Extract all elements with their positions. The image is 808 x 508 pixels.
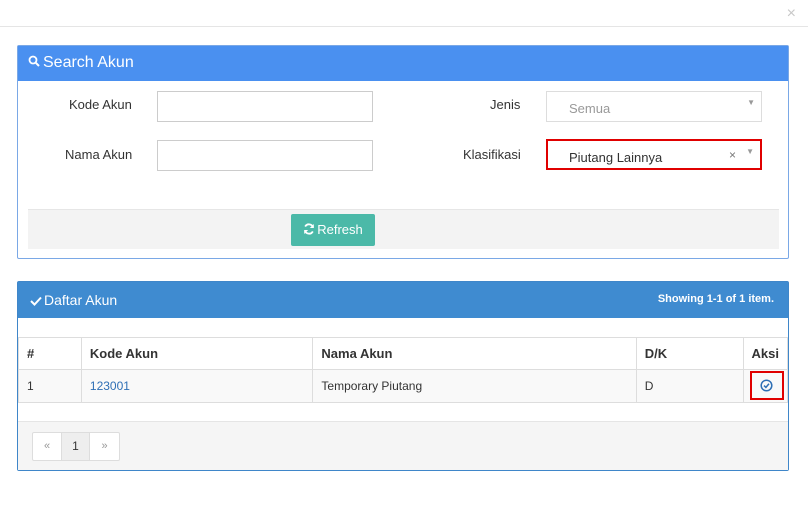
search-panel-title: Search Akun xyxy=(43,54,134,72)
pagination-bar: « 1 » xyxy=(18,421,788,470)
col-aksi: Aksi xyxy=(742,337,789,370)
row-nama-akun: Temporary Piutang xyxy=(312,369,637,403)
nama-akun-input[interactable] xyxy=(157,140,373,171)
table-header-row: # Kode Akun Nama Akun D/K Aksi xyxy=(18,337,789,370)
jenis-selected-value: Semua xyxy=(569,101,611,116)
kode-akun-link[interactable]: 123001 xyxy=(90,379,130,393)
select-check-circle-icon[interactable] xyxy=(760,379,773,392)
account-table: # Kode Akun Nama Akun D/K Aksi 1 123001 … xyxy=(18,337,789,403)
pagination: « 1 » xyxy=(32,432,120,461)
col-nama-akun[interactable]: Nama Akun xyxy=(312,337,637,370)
account-list-panel: Daftar Akun Showing 1-1 of 1 item. # Kod… xyxy=(17,281,789,471)
close-icon[interactable]: × xyxy=(787,6,796,22)
showing-summary: Showing 1-1 of 1 item. xyxy=(657,293,774,305)
kode-akun-label: Kode Akun xyxy=(69,97,132,112)
row-dk: D xyxy=(635,369,744,403)
refresh-bar: Refresh xyxy=(28,209,779,249)
col-number[interactable]: # xyxy=(18,337,82,370)
row-aksi xyxy=(742,369,789,403)
chevron-down-icon[interactable]: ▼ xyxy=(746,147,754,156)
modal-header: × xyxy=(0,0,808,27)
search-panel-header: Search Akun xyxy=(18,46,788,81)
table-row: 1 123001 Temporary Piutang D xyxy=(18,369,789,403)
klasifikasi-label: Klasifikasi xyxy=(463,147,521,162)
nama-akun-label: Nama Akun xyxy=(65,147,133,162)
select-row-button[interactable] xyxy=(749,371,784,400)
kode-akun-input[interactable] xyxy=(157,91,373,122)
refresh-button[interactable]: Refresh xyxy=(291,214,375,246)
refresh-icon xyxy=(303,223,315,238)
search-panel: Search Akun Kode Akun Nama Akun Jenis Se… xyxy=(17,45,789,259)
pagination-prev[interactable]: « xyxy=(32,432,62,461)
account-list-header: Daftar Akun Showing 1-1 of 1 item. xyxy=(18,282,788,318)
chevron-down-icon: ▼ xyxy=(747,98,755,107)
search-icon xyxy=(28,54,40,72)
klasifikasi-select[interactable]: Piutang Lainnya × ▼ xyxy=(546,139,762,170)
pagination-page-1[interactable]: 1 xyxy=(62,432,90,461)
col-kode-akun[interactable]: Kode Akun xyxy=(80,337,314,370)
account-list-title: Daftar Akun xyxy=(44,292,118,308)
row-number: 1 xyxy=(18,369,82,403)
clear-selection-icon[interactable]: × xyxy=(729,148,736,162)
klasifikasi-selected-value: Piutang Lainnya xyxy=(569,150,663,165)
refresh-button-label: Refresh xyxy=(317,221,363,237)
jenis-select[interactable]: Semua ▼ xyxy=(546,91,762,122)
check-icon xyxy=(30,293,42,309)
col-dk[interactable]: D/K xyxy=(635,337,744,370)
pagination-next[interactable]: » xyxy=(90,432,120,461)
row-kode-akun: 123001 xyxy=(80,369,314,403)
jenis-label: Jenis xyxy=(490,97,521,112)
